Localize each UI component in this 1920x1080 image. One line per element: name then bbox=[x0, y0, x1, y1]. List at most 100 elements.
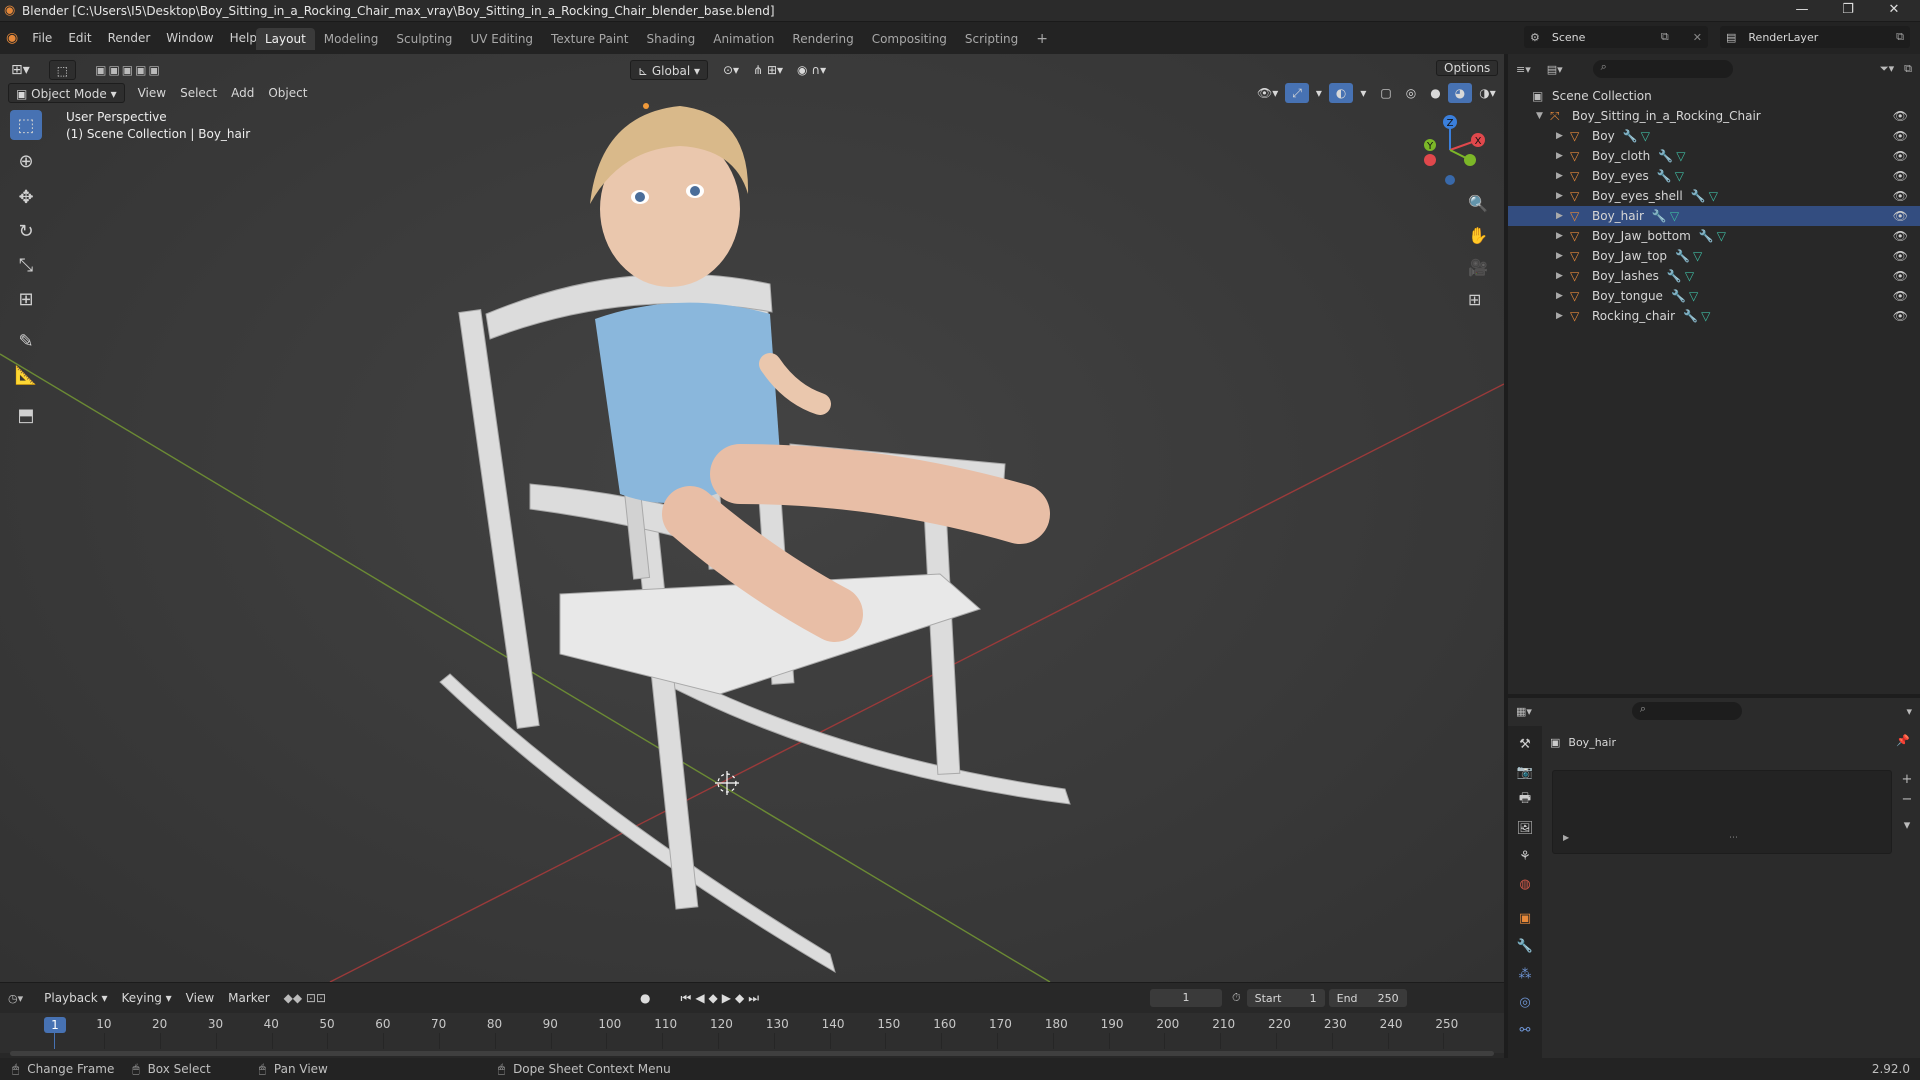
keyframe-icons[interactable]: ◆◆ ⊡⊡ bbox=[277, 988, 333, 1008]
record-button-icon[interactable]: ● bbox=[633, 988, 657, 1008]
outliner-row-object[interactable]: ▶ ▽ Boy_tongue 🔧 ▽ 👁 bbox=[1508, 286, 1920, 306]
3d-viewport[interactable]: ⊞▾ ⬚ ▣▣▣▣▣ ⊾ Global ▾ ⊙▾ ⋔ ⊞▾ ◉ ∩▾ Optio… bbox=[0, 54, 1504, 982]
outliner-row-object[interactable]: ▶ ▽ Rocking_chair 🔧 ▽ 👁 bbox=[1508, 306, 1920, 326]
modifier-icon[interactable]: 🔧 bbox=[1699, 226, 1714, 246]
menu-render[interactable]: Render bbox=[100, 28, 159, 48]
proportional-edit-icon[interactable]: ◉ ∩▾ bbox=[790, 60, 833, 80]
modifier-icon[interactable]: 🔧 bbox=[1683, 306, 1698, 326]
cursor-tool-icon[interactable]: ⊕ bbox=[10, 146, 42, 176]
menu-select[interactable]: Select bbox=[173, 83, 224, 103]
current-frame-field[interactable]: 1 bbox=[1150, 989, 1223, 1007]
remove-scene-icon[interactable]: ✕ bbox=[1693, 31, 1702, 44]
selection-mode-icons[interactable]: ▣▣▣▣▣ bbox=[88, 60, 169, 80]
modifier-icon[interactable]: 🔧 bbox=[1657, 166, 1672, 186]
visibility-eye-icon[interactable]: 👁 bbox=[1893, 126, 1908, 146]
expand-arrow-icon[interactable]: ▼ bbox=[1536, 106, 1543, 126]
menu-add[interactable]: Add bbox=[224, 83, 261, 103]
annotate-tool-icon[interactable]: ✎ bbox=[10, 326, 42, 356]
tool-tab-icon[interactable]: ⚒ bbox=[1512, 732, 1538, 756]
modifier-icon[interactable]: 🔧 bbox=[1667, 266, 1682, 286]
perspective-toggle-icon[interactable]: ⊞ bbox=[1468, 290, 1481, 309]
transform-tool-icon[interactable]: ⊞ bbox=[10, 284, 42, 314]
menu-window[interactable]: Window bbox=[158, 28, 221, 48]
timeline-editor-icon[interactable]: ◷▾ bbox=[8, 992, 23, 1005]
expand-arrow-icon[interactable]: ▶ bbox=[1556, 146, 1563, 166]
outliner-row-object[interactable]: ▶ ▽ Boy_eyes_shell 🔧 ▽ 👁 bbox=[1508, 186, 1920, 206]
transform-orientation-dropdown[interactable]: ⊾ Global ▾ bbox=[630, 60, 708, 80]
solid-shading-icon[interactable]: ● bbox=[1423, 83, 1447, 103]
visibility-eye-icon[interactable]: 👁 bbox=[1893, 246, 1908, 266]
particles-tab-icon[interactable]: ⁂ bbox=[1512, 962, 1538, 986]
list-expand-icon[interactable]: ▶ bbox=[1563, 833, 1569, 842]
menu-edit[interactable]: Edit bbox=[60, 28, 99, 48]
overlays-icon[interactable]: ◐ bbox=[1328, 83, 1354, 103]
menu-keying[interactable]: Keying ▾ bbox=[115, 988, 179, 1008]
expand-arrow-icon[interactable]: ▶ bbox=[1556, 306, 1563, 326]
expand-arrow-icon[interactable]: ▶ bbox=[1556, 246, 1563, 266]
mesh-data-icon[interactable]: ▽ bbox=[1685, 266, 1694, 286]
render-layer-selector[interactable]: ▤ RenderLayer ⧉ bbox=[1720, 26, 1910, 48]
tab-texture-paint[interactable]: Texture Paint bbox=[542, 28, 637, 50]
modifier-icon[interactable]: 🔧 bbox=[1623, 126, 1638, 146]
visibility-eye-icon[interactable]: 👁 bbox=[1893, 206, 1908, 226]
menu-view[interactable]: View bbox=[131, 83, 173, 103]
gizmo-dropdown-icon[interactable]: ▾ bbox=[1309, 83, 1329, 103]
playback-controls-icons[interactable]: ⏮◀◆▶◆⏭ bbox=[674, 988, 771, 1008]
gizmo-icon[interactable]: ⤢ bbox=[1285, 83, 1309, 103]
close-button[interactable]: ✕ bbox=[1872, 2, 1916, 17]
add-cube-tool-icon[interactable]: ⬒ bbox=[10, 400, 42, 430]
menu-playback[interactable]: Playback ▾ bbox=[37, 988, 114, 1008]
tab-rendering[interactable]: Rendering bbox=[783, 28, 862, 50]
modifier-icon[interactable]: 🔧 bbox=[1671, 286, 1686, 306]
rendered-shading-icon[interactable]: ◑▾ bbox=[1472, 83, 1503, 103]
world-tab-icon[interactable]: ◍ bbox=[1512, 872, 1538, 896]
display-mode-icon[interactable]: ▤▾ bbox=[1547, 63, 1563, 76]
outliner-row-object[interactable]: ▶ ▽ Boy_Jaw_bottom 🔧 ▽ 👁 bbox=[1508, 226, 1920, 246]
modifier-tab-icon[interactable]: 🔧 bbox=[1512, 934, 1538, 958]
mesh-data-icon[interactable]: ▽ bbox=[1689, 286, 1698, 306]
visibility-icon[interactable]: 👁▾ bbox=[1250, 83, 1285, 103]
tab-shading[interactable]: Shading bbox=[637, 28, 704, 50]
options-button[interactable]: Options bbox=[1436, 58, 1499, 78]
xray-icon[interactable]: ▢ bbox=[1373, 83, 1398, 103]
modifier-icon[interactable]: 🔧 bbox=[1675, 246, 1690, 266]
list-resize-handle-icon[interactable]: ⋯ bbox=[1729, 833, 1738, 843]
mesh-data-icon[interactable]: ▽ bbox=[1717, 226, 1726, 246]
scene-tab-icon[interactable]: ⚘ bbox=[1512, 844, 1538, 868]
overlays-dropdown-icon[interactable]: ▾ bbox=[1353, 83, 1373, 103]
minimize-button[interactable]: — bbox=[1780, 2, 1824, 17]
editor-type-icon[interactable]: ⊞▾ bbox=[4, 60, 37, 80]
maximize-button[interactable]: ❐ bbox=[1826, 2, 1870, 17]
object-tab-icon[interactable]: ▣ bbox=[1512, 906, 1538, 930]
mesh-data-icon[interactable]: ▽ bbox=[1701, 306, 1710, 326]
start-frame-field[interactable]: Start 1 bbox=[1246, 989, 1325, 1007]
playhead[interactable]: 1 bbox=[44, 1017, 66, 1033]
camera-view-icon[interactable]: 🎥 bbox=[1468, 258, 1488, 277]
tab-modeling[interactable]: Modeling bbox=[315, 28, 388, 50]
expand-arrow-icon[interactable]: ▶ bbox=[1556, 266, 1563, 286]
tab-animation[interactable]: Animation bbox=[704, 28, 783, 50]
wireframe-shading-icon[interactable]: ◎ bbox=[1399, 83, 1423, 103]
outliner-row-object[interactable]: ▶ ▽ Boy_Jaw_top 🔧 ▽ 👁 bbox=[1508, 246, 1920, 266]
visibility-eye-icon[interactable]: 👁 bbox=[1893, 306, 1908, 326]
pin-icon[interactable]: 📌 bbox=[1896, 734, 1910, 747]
add-workspace-icon[interactable]: + bbox=[1027, 28, 1057, 50]
end-frame-field[interactable]: End 250 bbox=[1328, 989, 1407, 1007]
pan-hand-icon[interactable]: ✋ bbox=[1468, 226, 1488, 245]
material-shading-icon[interactable]: ◕ bbox=[1447, 83, 1473, 103]
mesh-data-icon[interactable]: ▽ bbox=[1693, 246, 1702, 266]
menu-object[interactable]: Object bbox=[261, 83, 314, 103]
render-tab-icon[interactable]: 📷 bbox=[1512, 760, 1538, 784]
output-tab-icon[interactable]: 🖶 bbox=[1512, 788, 1538, 812]
select-box-tool-icon[interactable]: ⬚ bbox=[10, 110, 42, 140]
blender-menu-icon[interactable]: ◉ bbox=[6, 30, 18, 46]
outliner-row-object[interactable]: ▶ ▽ Boy_cloth 🔧 ▽ 👁 bbox=[1508, 146, 1920, 166]
new-collection-icon[interactable]: ⧉ bbox=[1904, 62, 1912, 76]
modifier-icon[interactable]: 🔧 bbox=[1691, 186, 1706, 206]
copy-scene-icon[interactable]: ⧉ bbox=[1661, 30, 1669, 44]
visibility-eye-icon[interactable]: 👁 bbox=[1893, 186, 1908, 206]
remove-slot-button[interactable]: − bbox=[1900, 790, 1914, 810]
outliner-row-object[interactable]: ▶ ▽ Boy_lashes 🔧 ▽ 👁 bbox=[1508, 266, 1920, 286]
expand-arrow-icon[interactable]: ▶ bbox=[1556, 166, 1563, 186]
tab-scripting[interactable]: Scripting bbox=[956, 28, 1027, 50]
